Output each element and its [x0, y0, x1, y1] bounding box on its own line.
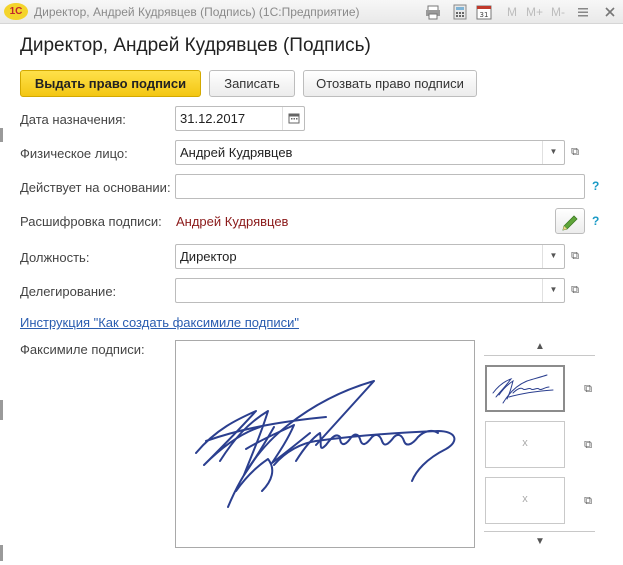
basis-help-icon[interactable]: ? [592, 179, 599, 193]
signature-image [195, 380, 456, 508]
thumbnails-scroll-up-icon[interactable]: ▲ [530, 341, 550, 352]
empty-thumbnail-mark: x [522, 493, 528, 505]
app-logo: 1С [4, 3, 28, 20]
print-icon[interactable] [425, 4, 441, 20]
date-field[interactable]: 31.12.2017 [175, 106, 305, 131]
date-value: 31.12.2017 [180, 111, 246, 126]
position-value: Директор [180, 249, 237, 264]
decoding-help-icon[interactable]: ? [592, 214, 599, 228]
background-edge-mark [0, 128, 3, 142]
window-titlebar: 1С Директор, Андрей Кудрявцев (Подпись) … [0, 0, 623, 24]
person-label: Физическое лицо: [20, 146, 128, 161]
person-value: Андрей Кудрявцев [180, 145, 293, 160]
window-title: Директор, Андрей Кудрявцев (Подпись) (1С… [34, 5, 360, 19]
delegation-label: Делегирование: [20, 284, 117, 299]
basis-label: Действует на основании: [20, 180, 171, 195]
thumbnails-top-divider [484, 355, 595, 356]
save-button[interactable]: Записать [209, 70, 295, 97]
person-field[interactable]: Андрей Кудрявцев ▼ [175, 140, 565, 165]
calendar-picker-icon[interactable] [282, 107, 304, 130]
memory-plus-button[interactable]: M+ [526, 5, 543, 19]
facsimile-thumbnail-3[interactable]: x [485, 477, 565, 524]
facsimile-label: Факсимиле подписи: [20, 342, 145, 357]
grant-signature-button[interactable]: Выдать право подписи [20, 70, 201, 97]
signature-thumbnail [492, 374, 554, 404]
person-dropdown-icon[interactable]: ▼ [542, 141, 564, 164]
thumbnails-bottom-divider [484, 531, 595, 532]
facsimile-thumbnail-2[interactable]: x [485, 421, 565, 468]
thumbnail-1-open-icon[interactable]: ⧉ [579, 380, 597, 398]
background-edge-mark [0, 400, 3, 420]
facsimile-thumbnail-1[interactable] [485, 365, 565, 412]
position-field[interactable]: Директор ▼ [175, 244, 565, 269]
decoding-value: Андрей Кудрявцев [176, 214, 289, 229]
delegation-dropdown-icon[interactable]: ▼ [542, 279, 564, 302]
revoke-signature-button[interactable]: Отозвать право подписи [303, 70, 477, 97]
person-open-icon[interactable]: ⧉ [566, 143, 584, 161]
memory-minus-button[interactable]: M- [551, 5, 565, 19]
calculator-icon[interactable] [452, 4, 468, 20]
basis-input[interactable] [175, 174, 585, 199]
svg-text:31: 31 [480, 11, 489, 19]
decoding-label: Расшифровка подписи: [20, 214, 162, 229]
thumbnails-scroll-down-icon[interactable]: ▼ [530, 536, 550, 547]
memory-m-button[interactable]: M [507, 5, 517, 19]
background-edge-mark [0, 545, 3, 561]
page-title: Директор, Андрей Кудрявцев (Подпись) [20, 35, 371, 56]
edit-decoding-button[interactable] [555, 208, 585, 234]
thumbnail-2-open-icon[interactable]: ⧉ [579, 436, 597, 454]
pencil-icon [562, 215, 578, 231]
thumbnail-3-open-icon[interactable]: ⧉ [579, 492, 597, 510]
delegation-open-icon[interactable]: ⧉ [566, 281, 584, 299]
calendar-icon[interactable]: 31 [476, 4, 492, 20]
position-open-icon[interactable]: ⧉ [566, 247, 584, 265]
date-label: Дата назначения: [20, 112, 126, 127]
menu-icon[interactable] [575, 4, 591, 20]
empty-thumbnail-mark: x [522, 437, 528, 449]
delegation-field[interactable]: ▼ [175, 278, 565, 303]
position-dropdown-icon[interactable]: ▼ [542, 245, 564, 268]
instruction-link[interactable]: Инструкция "Как создать факсимиле подпис… [20, 315, 299, 330]
close-icon[interactable] [602, 4, 618, 20]
position-label: Должность: [20, 250, 90, 265]
facsimile-image-box[interactable] [175, 340, 475, 548]
